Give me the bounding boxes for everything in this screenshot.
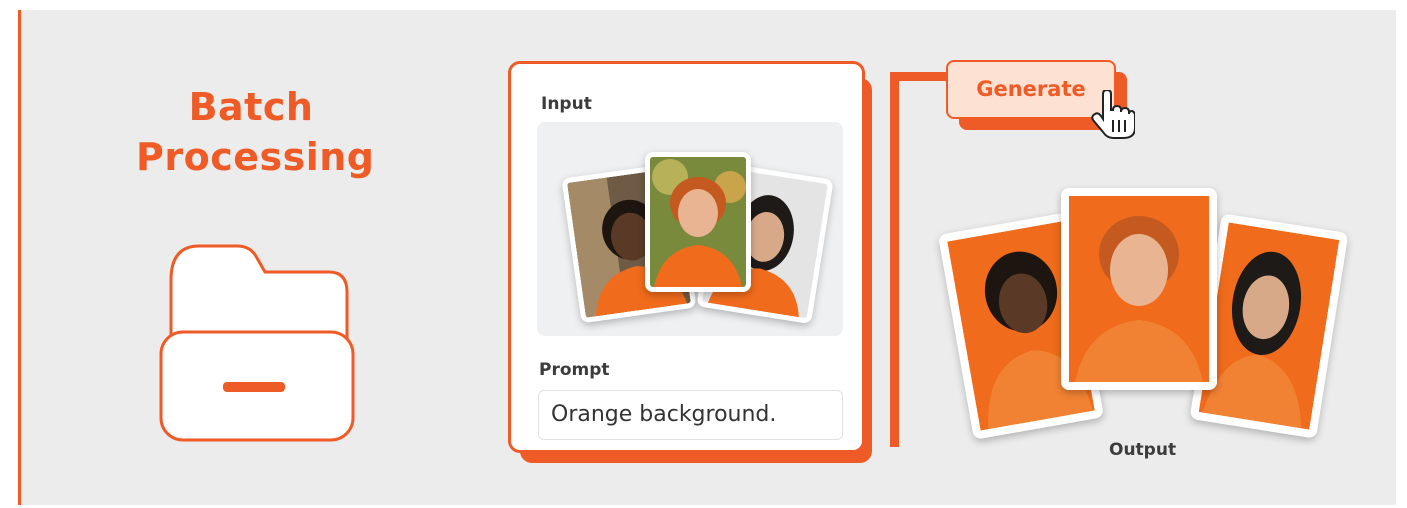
title-line-1: Batch	[188, 85, 314, 129]
input-panel: Input Prompt Orange background.	[508, 61, 865, 453]
prompt-input[interactable]: Orange background.	[538, 390, 843, 440]
page-title: Batch Processing	[136, 82, 375, 182]
canvas: Batch Processing Input Prompt Orange bac…	[18, 10, 1396, 505]
connector-line-vertical	[890, 72, 899, 447]
input-image-area[interactable]	[537, 122, 843, 336]
hand-pointer-icon	[1091, 88, 1136, 140]
folder-icon	[159, 232, 359, 447]
input-photo-center	[645, 152, 751, 292]
input-label: Input	[541, 94, 592, 114]
title-line-2: Processing	[136, 135, 375, 179]
prompt-label: Prompt	[539, 360, 610, 380]
output-photo-center	[1061, 188, 1217, 390]
output-label: Output	[1109, 440, 1177, 460]
